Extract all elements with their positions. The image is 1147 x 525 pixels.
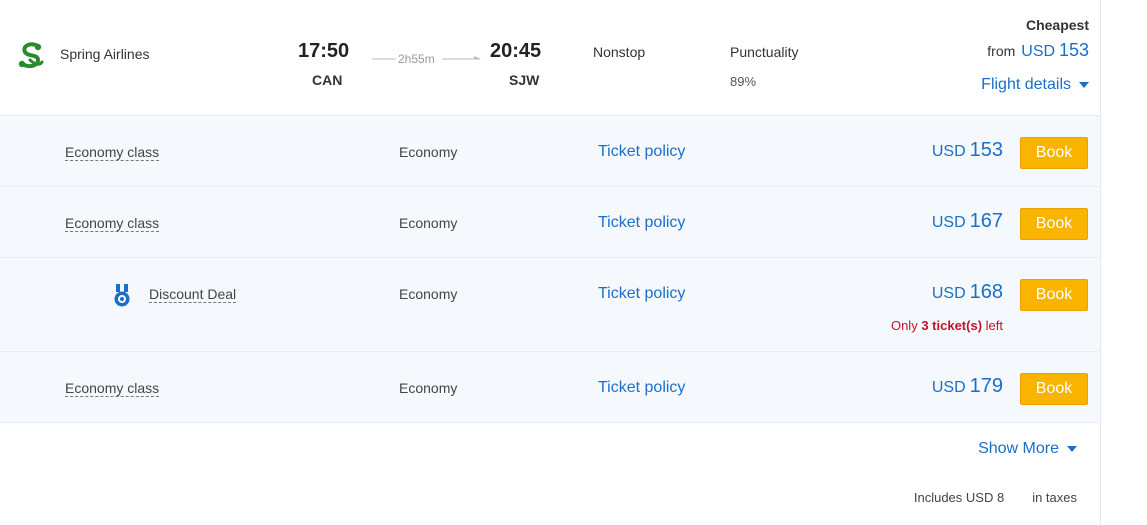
book-button[interactable]: Book [1020,137,1088,169]
fare-class-name[interactable]: Economy class [65,144,160,161]
cabin-type: Economy [399,144,458,160]
spring-airlines-logo-icon [18,42,44,69]
ticket-policy-link[interactable]: Ticket policy [598,214,685,232]
fare-row: Economy class Economy Ticket policy USD 1… [0,352,1100,423]
lowest-price: from USD 153 [987,40,1089,61]
notice-suffix: left [985,318,1003,333]
flight-summary: Spring Airlines 17:50 CAN 2h55m 20:45 SJ… [0,0,1100,116]
duration-arrow: 2h55m [372,53,481,65]
show-more-label: Show More [978,440,1059,457]
fare-currency: USD [931,214,966,231]
lowest-price-amount: 153 [1058,40,1089,60]
fare-amount: 167 [969,210,1003,232]
fare-price: USD 168 [932,281,1003,304]
from-label: from [987,43,1016,59]
fare-row: Economy class Economy Ticket policy USD 1… [0,187,1100,258]
ticket-policy-link[interactable]: Ticket policy [598,143,685,161]
chevron-down-icon [1079,81,1089,88]
notice-prefix: Only [890,318,918,333]
book-button[interactable]: Book [1020,208,1088,240]
fare-currency: USD [931,143,966,160]
punctuality-value: 89% [730,74,757,89]
lowest-price-currency: USD [1021,43,1056,60]
fare-amount: 153 [969,139,1003,161]
fare-list: Economy class Economy Ticket policy USD 1… [0,116,1100,423]
fare-row: Discount Deal Economy Ticket policy USD 1… [0,258,1100,352]
chevron-down-icon [1067,445,1077,452]
seats-left-notice: Only 3 ticket(s) left [891,318,1003,333]
fare-price: USD 153 [932,139,1003,162]
departure-time: 17:50 [298,40,350,62]
ticket-policy-link[interactable]: Ticket policy [598,379,685,397]
cabin-type: Economy [399,380,458,396]
taxes-note: Includes USD 8 in taxes [914,490,1077,505]
tickets-left-count: 3 ticket(s) [921,318,983,333]
book-button[interactable]: Book [1020,373,1088,405]
book-button[interactable]: Book [1020,279,1088,311]
cabin-type: Economy [399,286,458,302]
arrival-airport-code: SJW [509,72,540,88]
fare-amount: 168 [969,281,1003,303]
cheapest-label: Cheapest [1025,17,1089,33]
taxes-amount: Includes USD 8 [913,490,1005,505]
fare-row: Economy class Economy Ticket policy USD 1… [0,116,1100,187]
flight-card: Spring Airlines 17:50 CAN 2h55m 20:45 SJ… [0,0,1101,525]
fare-class-name[interactable]: Discount Deal [149,286,237,303]
cabin-type: Economy [399,215,458,231]
fare-class-name[interactable]: Economy class [65,215,160,232]
flight-details-toggle[interactable]: Flight details [981,76,1089,94]
ticket-policy-link[interactable]: Ticket policy [598,285,685,303]
fare-price: USD 167 [932,210,1003,233]
medal-icon [114,284,130,307]
departure-airport-code: CAN [312,72,343,88]
fare-class-name[interactable]: Economy class [65,380,160,397]
show-more-button[interactable]: Show More [978,440,1077,458]
fare-price: USD 179 [932,375,1003,398]
fare-currency: USD [931,379,966,396]
stops-info: Nonstop [593,44,646,60]
fare-currency: USD [931,285,966,302]
taxes-suffix: in taxes [1032,490,1077,505]
fare-amount: 179 [969,375,1003,397]
punctuality-label: Punctuality [730,44,799,60]
airline-name: Spring Airlines [60,46,150,62]
flight-details-label: Flight details [981,76,1071,93]
arrival-time: 20:45 [490,40,542,62]
flight-duration: 2h55m [398,53,435,65]
